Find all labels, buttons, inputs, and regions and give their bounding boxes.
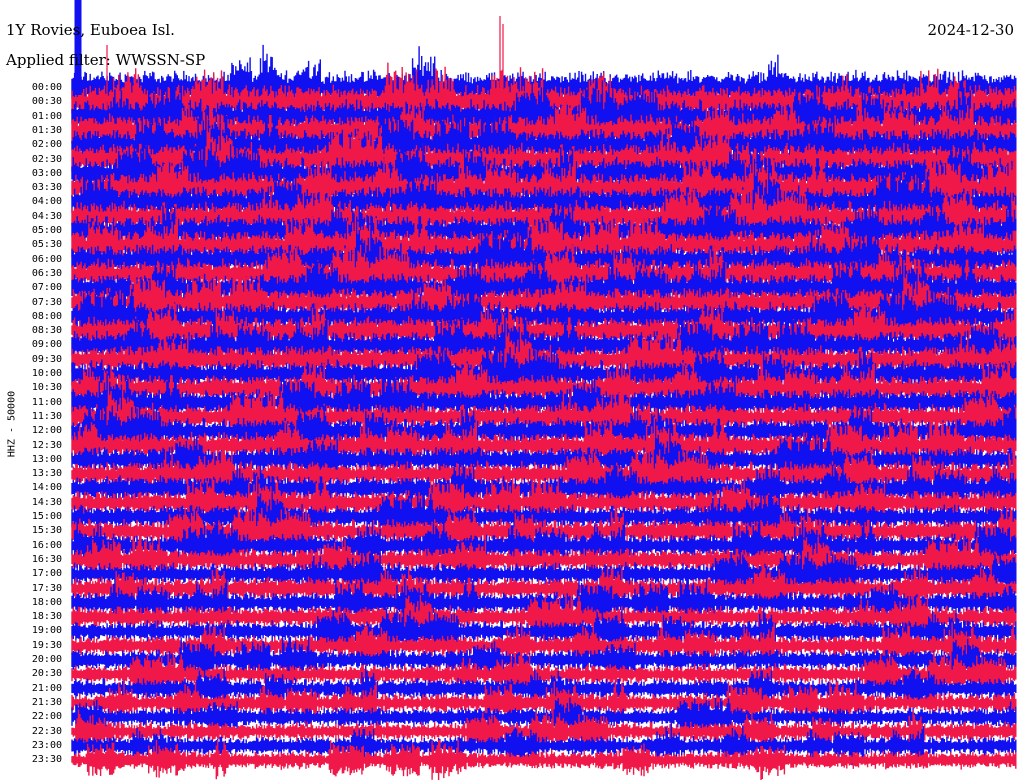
hour-label: 05:00 [31,225,62,236]
hour-label: 00:00 [31,82,62,93]
hour-label: 11:00 [31,396,62,408]
hour-label: 18:00 [31,596,62,608]
hour-label: 14:00 [31,482,62,494]
hour-label: 22:30 [31,725,62,737]
filter-subtitle: Applied filter: WWSSN-SP [6,51,206,69]
hour-label: 13:00 [31,453,62,465]
hour-label: 10:30 [31,382,62,394]
hour-label: 05:30 [31,239,62,251]
station-title: 1Y Rovies, Euboea Isl. [6,21,175,39]
hour-label: 04:30 [31,210,62,222]
hour-label: 17:00 [31,568,62,580]
hour-label: 20:00 [31,654,62,665]
hour-label: 01:30 [31,124,62,136]
helicorder-plot: 1Y Rovies, Euboea Isl. Applied filter: W… [0,0,1024,780]
hour-label: 04:00 [31,196,62,208]
hour-label: 00:30 [31,96,62,108]
hour-label: 09:30 [31,353,62,365]
plot-date: 2024-12-30 [927,21,1014,39]
hour-label: 06:00 [31,253,62,265]
hour-label: 02:00 [31,139,62,151]
hour-label: 01:00 [31,110,62,122]
hour-label: 19:30 [31,639,62,651]
hour-label: 08:30 [31,325,62,337]
hour-label: 03:30 [31,182,62,194]
hour-label: 22:00 [31,711,62,723]
hour-label: 10:00 [31,368,62,379]
hour-label: 16:30 [31,553,62,565]
hour-label: 08:00 [31,310,62,322]
hour-label: 18:30 [31,611,62,623]
hour-label: 19:00 [31,625,62,637]
hour-label: 16:00 [31,539,62,551]
hour-label: 12:30 [31,439,62,451]
hour-label: 03:00 [31,167,62,179]
hour-label: 15:30 [31,525,62,537]
hour-label: 12:00 [31,425,62,437]
hour-label: 15:00 [31,511,62,522]
hour-label: 07:30 [31,296,62,308]
trace-canvas [71,0,1017,780]
hour-label: 23:00 [31,739,62,751]
hour-label: 02:30 [31,153,62,165]
hour-label: 23:30 [31,754,62,766]
hour-label: 09:00 [31,339,62,351]
hour-label: 11:30 [31,410,62,422]
hour-label: 21:30 [31,696,62,708]
hour-label: 13:30 [31,468,62,480]
hour-label: 14:30 [31,496,62,508]
hour-label: 20:30 [31,668,62,680]
hour-label: 06:30 [31,267,62,279]
hour-label: 07:00 [31,282,62,294]
hour-label: 21:00 [31,682,62,694]
hour-label: 17:30 [31,582,62,594]
